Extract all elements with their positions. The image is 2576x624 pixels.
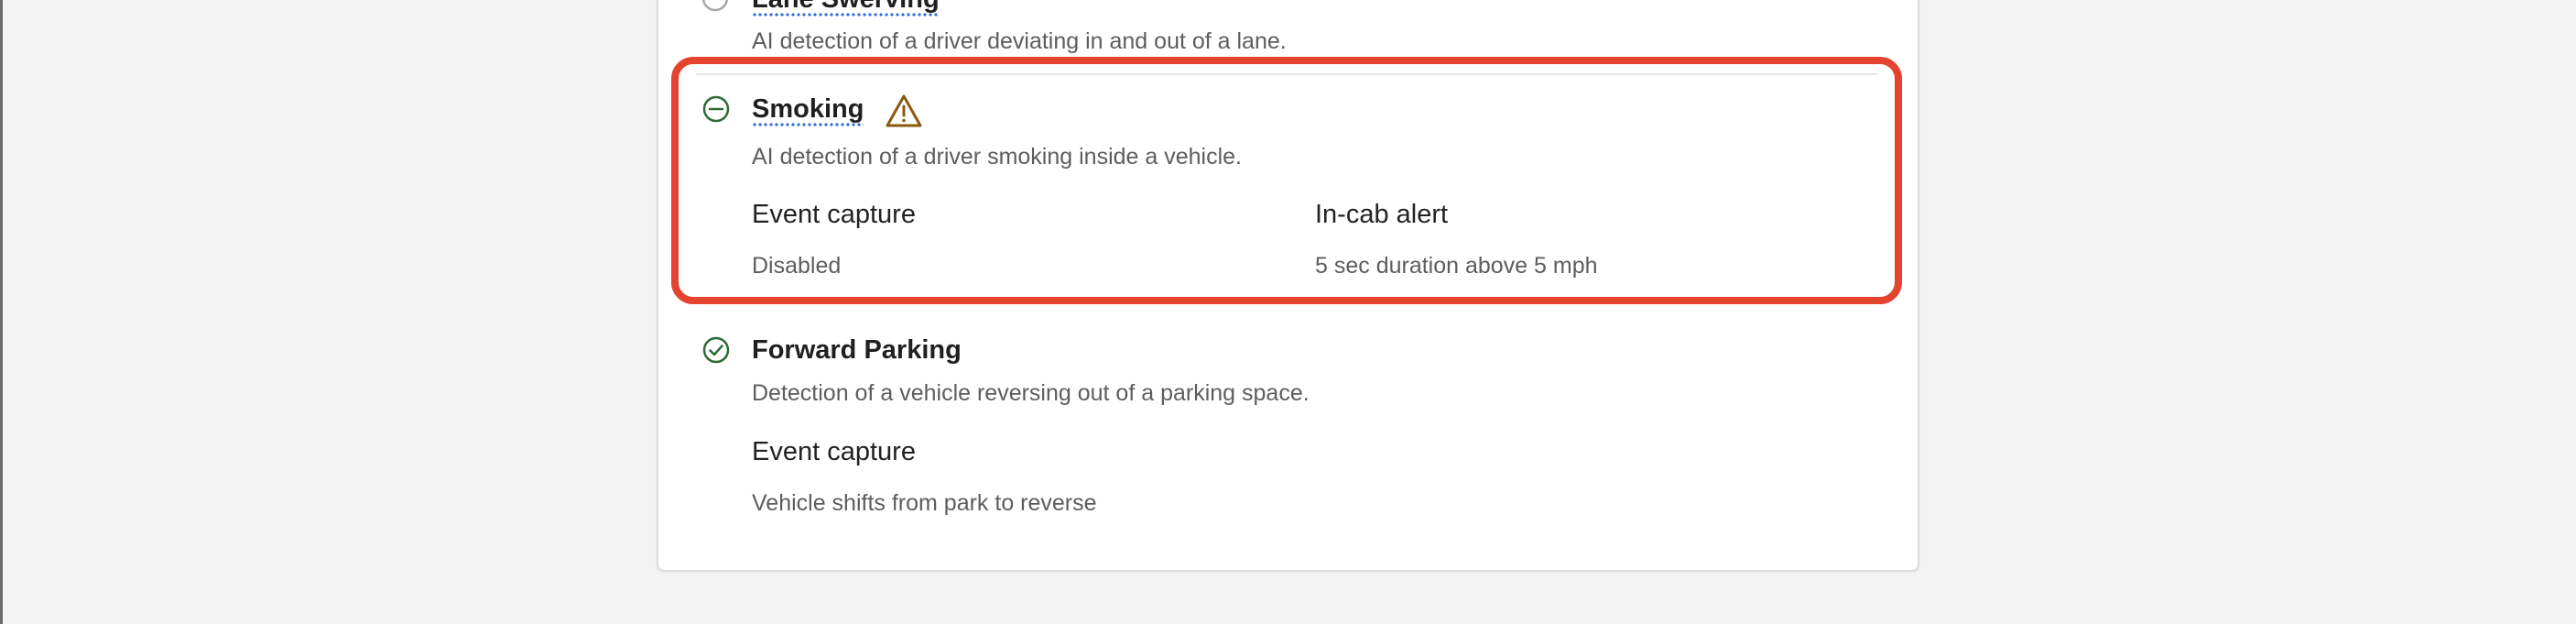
circle-status-icon <box>701 0 729 12</box>
rule-description-lane-swerving: AI detection of a driver deviating in an… <box>752 28 1287 54</box>
setting-value-event-capture: Vehicle shifts from park to reverse <box>752 490 1097 516</box>
check-circle-icon <box>702 336 730 364</box>
window-edge <box>0 0 3 624</box>
rule-description-forward-parking: Detection of a vehicle reversing out of … <box>752 380 1310 406</box>
rule-title-forward-parking: Forward Parking <box>752 335 962 365</box>
setting-label-event-capture: Event capture <box>752 437 916 466</box>
rule-title-lane-swerving[interactable]: Lane Swerving <box>752 0 940 16</box>
highlight-box <box>671 57 1902 304</box>
